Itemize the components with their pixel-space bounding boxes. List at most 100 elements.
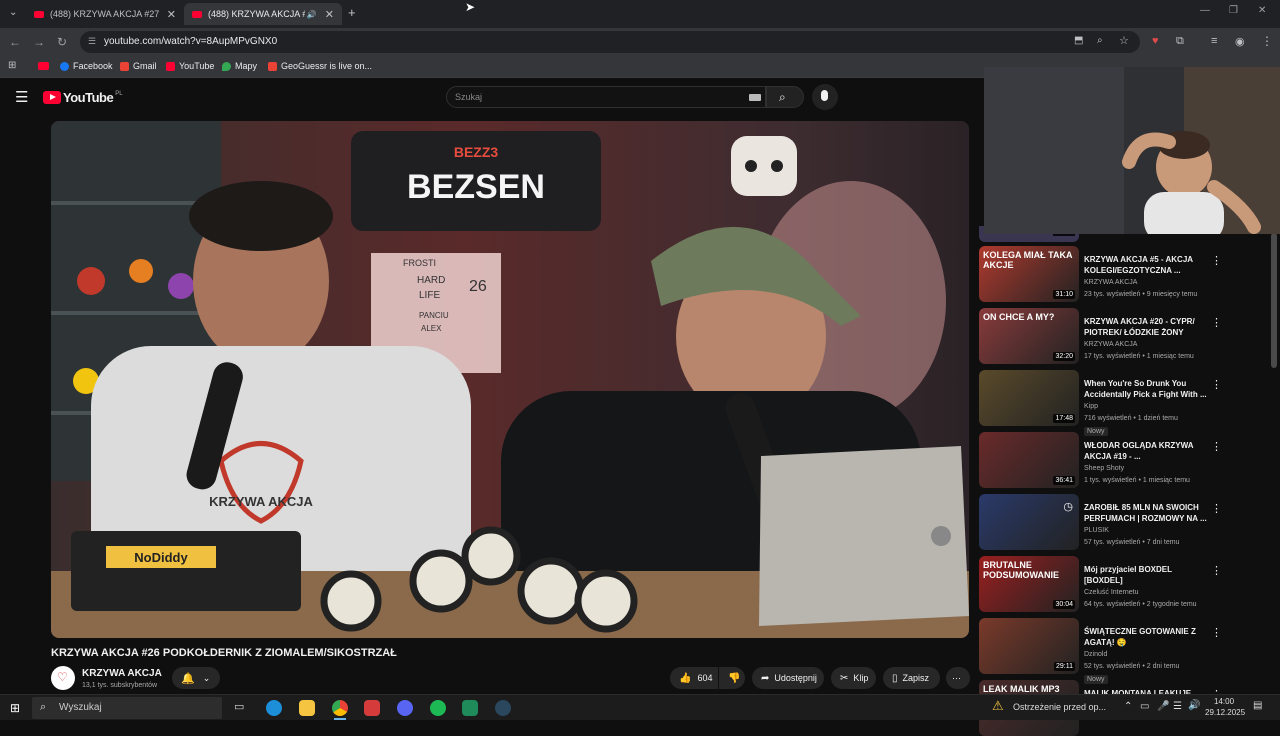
- more-dots-icon[interactable]: ⋮: [1211, 378, 1222, 391]
- network-icon[interactable]: ▭: [1140, 701, 1149, 712]
- discord-icon[interactable]: [397, 700, 413, 716]
- zoom-icon[interactable]: ⌕: [1097, 35, 1103, 46]
- search-input[interactable]: Szukaj: [446, 86, 766, 108]
- youtube-bookmark-icon[interactable]: [38, 62, 49, 70]
- voice-search-button[interactable]: [812, 84, 838, 110]
- share-button[interactable]: ➦ Udostępnij: [752, 667, 824, 689]
- more-dots-icon[interactable]: ⋮: [1211, 502, 1222, 515]
- recommendation-channel[interactable]: Dzinold: [1084, 651, 1107, 658]
- media-control-icon[interactable]: ≡: [1211, 35, 1217, 47]
- recommendation-channel[interactable]: PLUSIK: [1084, 527, 1109, 534]
- recommendation-title[interactable]: KRZYWA AKCJA #20 - CYPR/ PIOTREK/ ŁÓDZKI…: [1084, 316, 1209, 338]
- back-icon[interactable]: ←: [9, 35, 21, 49]
- tab-krzywa-akcja-27[interactable]: (488) KRZYWA AKCJA #27 AUTO ✕: [26, 3, 184, 25]
- recommendation-channel[interactable]: Czeluść Internetu: [1084, 589, 1138, 596]
- recommendation-item[interactable]: ON CHCE A MY? 32:20 KRZYWA AKCJA #20 - C…: [979, 308, 1269, 366]
- bookmark-geoguessr[interactable]: GeoGuessr is live on...: [268, 61, 372, 71]
- speaker-icon[interactable]: 🔊: [307, 10, 317, 19]
- site-info-icon[interactable]: ☰: [88, 36, 96, 47]
- recommendation-item[interactable]: 29:11 ŚWIĄTECZNE GOTOWANIE Z AGATĄ! 🤤 Dz…: [979, 618, 1269, 684]
- recommendation-channel[interactable]: Sheep Shoty: [1084, 465, 1124, 472]
- notification-text[interactable]: Ostrzeżenie przed op...: [1013, 702, 1106, 712]
- recommendation-channel[interactable]: Kipp: [1084, 403, 1098, 410]
- windows-start-icon[interactable]: ⊞: [10, 701, 20, 715]
- taskbar-search[interactable]: ⌕ Wyszukaj: [32, 697, 222, 719]
- steam-icon[interactable]: [495, 700, 511, 716]
- extensions-puzzle-icon[interactable]: ⧉: [1176, 35, 1184, 48]
- recommendation-item[interactable]: BRUTALNE PODSUMOWANIE 30:04 Mój przyjaci…: [979, 556, 1269, 614]
- more-dots-icon[interactable]: ⋮: [1211, 254, 1222, 267]
- file-explorer-icon[interactable]: [299, 700, 315, 716]
- tab-search-icon[interactable]: ⌄: [9, 7, 17, 18]
- close-tab-icon[interactable]: ✕: [167, 8, 176, 21]
- profile-icon[interactable]: ◉: [1235, 35, 1245, 48]
- recommendation-item[interactable]: KOLEGA MIAŁ TAKA AKCJE 31:10 KRZYWA AKCJ…: [979, 246, 1269, 304]
- reload-icon[interactable]: ↻: [57, 35, 67, 49]
- bookmark-gmail[interactable]: Gmail: [120, 61, 157, 71]
- url-text[interactable]: youtube.com/watch?v=8AupMPvGNX0: [104, 36, 277, 47]
- youtube-logo[interactable]: YouTube PL: [43, 90, 123, 105]
- save-button[interactable]: ▯ Zapisz: [883, 667, 940, 689]
- tray-chevron-icon[interactable]: ⌃: [1124, 701, 1132, 712]
- chrome-icon[interactable]: [332, 700, 348, 716]
- close-window-icon[interactable]: ✕: [1258, 5, 1266, 16]
- like-button[interactable]: 👍 604: [670, 667, 718, 689]
- apps-grid-icon[interactable]: ⊞: [8, 60, 16, 71]
- bookmark-facebook[interactable]: Facebook: [60, 61, 113, 71]
- new-tab-icon[interactable]: +: [348, 5, 356, 20]
- tab-krzywa-akcja-26[interactable]: (488) KRZYWA AKCJA #26 P 🔊 ✕: [184, 3, 342, 25]
- recommendation-channel[interactable]: KRZYWA AKCJA: [1084, 279, 1137, 286]
- recommendation-title[interactable]: When You're So Drunk You Accidentally Pi…: [1084, 378, 1209, 400]
- video-player[interactable]: BEZZ3 BEZSEN FROSTI HARD LIFE 26 PANCIU …: [51, 121, 969, 638]
- more-actions-button[interactable]: ⋯: [946, 667, 970, 689]
- volume-icon[interactable]: 🔊: [1188, 700, 1200, 711]
- recommendation-title[interactable]: Mój przyjaciel BOXDEL [BOXDEL]: [1084, 564, 1209, 586]
- microphone-icon[interactable]: 🎤: [1157, 701, 1169, 712]
- spotify-icon[interactable]: [430, 700, 446, 716]
- more-dots-icon[interactable]: ⋮: [1211, 440, 1222, 453]
- minimize-icon[interactable]: —: [1200, 5, 1210, 16]
- keyboard-icon[interactable]: [749, 94, 761, 101]
- app-icon[interactable]: [364, 700, 380, 716]
- recommendation-item[interactable]: 36:41 WŁODAR OGLĄDA KRZYWA AKCJA #19 - .…: [979, 432, 1269, 490]
- recommendation-thumbnail[interactable]: 29:11: [979, 618, 1079, 674]
- recommendation-thumbnail[interactable]: 17:48: [979, 370, 1079, 426]
- recommendation-item[interactable]: 17:48 When You're So Drunk You Accidenta…: [979, 370, 1269, 436]
- clip-button[interactable]: ✂ Klip: [831, 667, 876, 689]
- wifi-icon[interactable]: ☰: [1173, 701, 1182, 712]
- warning-icon[interactable]: ⚠: [992, 698, 1004, 714]
- recommendation-title[interactable]: ZAROBIŁ 85 MLN NA SWOICH PERFUMACH | ROZ…: [1084, 502, 1209, 524]
- recommendation-channel[interactable]: KRZYWA AKCJA: [1084, 341, 1137, 348]
- sidebar-scrollbar[interactable]: [1271, 233, 1277, 368]
- channel-avatar[interactable]: ♡: [51, 666, 75, 690]
- clock-time[interactable]: 14:00: [1214, 697, 1234, 706]
- bookmark-youtube[interactable]: YouTube: [166, 61, 214, 71]
- bookmark-star-icon[interactable]: ☆: [1119, 34, 1129, 47]
- subscription-bell-button[interactable]: 🔔 ⌄: [172, 667, 220, 689]
- more-dots-icon[interactable]: ⋮: [1211, 316, 1222, 329]
- close-tab-icon[interactable]: ✕: [325, 8, 334, 21]
- hamburger-menu-icon[interactable]: ☰: [15, 88, 28, 106]
- more-dots-icon[interactable]: ⋮: [1211, 626, 1222, 639]
- edge-icon[interactable]: [266, 700, 282, 716]
- recommendation-thumbnail[interactable]: KOLEGA MIAŁ TAKA AKCJE 31:10: [979, 246, 1079, 302]
- recommendation-thumbnail[interactable]: ◷: [979, 494, 1079, 550]
- more-dots-icon[interactable]: ⋮: [1211, 564, 1222, 577]
- app-icon[interactable]: [462, 700, 478, 716]
- recommendation-item[interactable]: LEAK MALIK MP3 MALIK MONTANA LEAKUJE ⋮: [979, 680, 1269, 736]
- recommendation-title[interactable]: WŁODAR OGLĄDA KRZYWA AKCJA #19 - ...: [1084, 440, 1209, 462]
- recommendation-thumbnail[interactable]: 36:41: [979, 432, 1079, 488]
- recommendation-thumbnail[interactable]: BRUTALNE PODSUMOWANIE 30:04: [979, 556, 1079, 612]
- forward-icon[interactable]: →: [33, 35, 45, 49]
- recommendation-title[interactable]: ŚWIĄTECZNE GOTOWANIE Z AGATĄ! 🤤: [1084, 626, 1209, 648]
- notification-center-icon[interactable]: ▤: [1253, 700, 1262, 711]
- dislike-button[interactable]: 👎: [719, 667, 745, 689]
- maximize-icon[interactable]: ❐: [1229, 5, 1238, 16]
- recommendation-title[interactable]: KRZYWA AKCJA #5 - AKCJA KOLEGI/EGZOTYCZN…: [1084, 254, 1209, 276]
- bookmark-mapy[interactable]: Mapy: [222, 61, 257, 71]
- search-button[interactable]: ⌕: [766, 86, 804, 108]
- recommendation-item[interactable]: ◷ ZAROBIŁ 85 MLN NA SWOICH PERFUMACH | R…: [979, 494, 1269, 552]
- task-view-icon[interactable]: ▭: [234, 700, 244, 713]
- extension-icon[interactable]: ♥: [1152, 35, 1159, 47]
- menu-dots-icon[interactable]: ⋮: [1261, 34, 1273, 48]
